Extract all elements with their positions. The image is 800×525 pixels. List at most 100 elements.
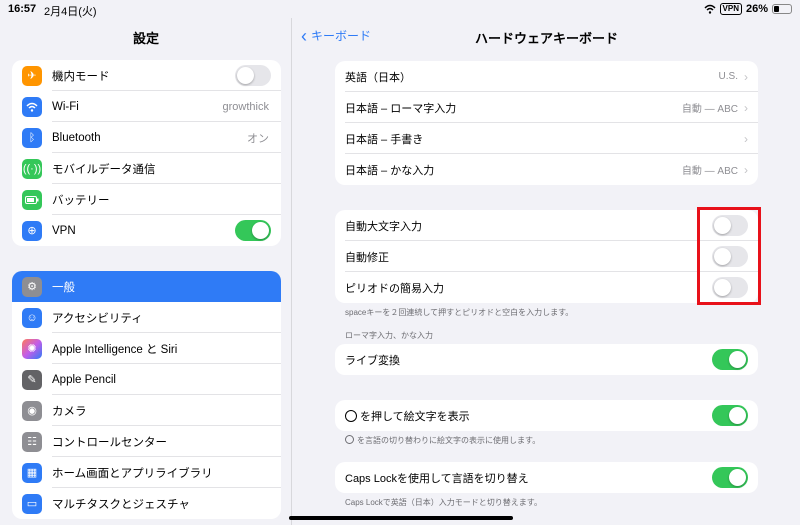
page-title: ハードウェアキーボード bbox=[474, 31, 618, 46]
input-options-group: 自動大文字入力 自動修正 ピリオドの簡易入力 bbox=[335, 210, 758, 303]
sidebar-item-control-center[interactable]: ☷ コントロールセンター bbox=[12, 426, 281, 457]
sidebar-item-accessibility[interactable]: ☺ アクセシビリティ bbox=[12, 302, 281, 333]
option-label: Caps Lockを使用して言語を切り替え bbox=[345, 472, 529, 485]
sidebar-item-label: Apple Intelligence と Siri bbox=[52, 343, 178, 356]
sidebar-group-connectivity: ✈ 機内モード Wi-Fi growthick ᛒ Bluetooth オン (… bbox=[12, 60, 281, 246]
layout-label: 日本語 – かな入力 bbox=[345, 164, 435, 177]
sidebar-item-general[interactable]: ⚙ 一般 bbox=[12, 271, 281, 302]
sidebar-item-camera[interactable]: ◉ カメラ bbox=[12, 395, 281, 426]
keyboard-layouts-group: 英語（日本） U.S. › 日本語 – ローマ字入力 自動 — ABC › 日本… bbox=[335, 61, 758, 185]
wifi-status-icon bbox=[703, 4, 716, 14]
sidebar-title: 設定 bbox=[132, 31, 159, 46]
sidebar-item-bluetooth[interactable]: ᛒ Bluetooth オン bbox=[12, 122, 281, 153]
layout-row-kana[interactable]: 日本語 – かな入力 自動 — ABC › bbox=[335, 154, 758, 185]
accessibility-icon: ☺ bbox=[22, 307, 42, 328]
sidebar-item-label: ホーム画面とアプリライブラリ bbox=[52, 467, 213, 480]
sidebar-item-label: モバイルデータ通信 bbox=[52, 163, 156, 176]
sidebar-item-home-screen[interactable]: ▦ ホーム画面とアプリライブラリ bbox=[12, 457, 281, 488]
emoji-row-text: を押して絵文字を表示 bbox=[360, 410, 470, 423]
capslock-toggle[interactable] bbox=[712, 467, 748, 488]
sidebar-group-general: ⚙ 一般 ☺ アクセシビリティ ✺ Apple Intelligence と S… bbox=[12, 271, 281, 519]
option-label: ライブ変換 bbox=[345, 354, 400, 367]
layout-label: 英語（日本） bbox=[345, 71, 411, 84]
sidebar-item-label: Bluetooth bbox=[52, 131, 101, 144]
option-label: を押して絵文字を表示 bbox=[345, 408, 712, 424]
chevron-right-icon: › bbox=[744, 131, 748, 146]
status-time: 16:57 bbox=[8, 3, 37, 15]
sidebar-item-wifi[interactable]: Wi-Fi growthick bbox=[12, 91, 281, 122]
layout-row-romaji[interactable]: 日本語 – ローマ字入力 自動 — ABC › bbox=[335, 92, 758, 123]
sidebar-item-label: マルチタスクとジェスチャ bbox=[52, 498, 190, 511]
option-label: 自動大文字入力 bbox=[345, 220, 422, 233]
option-label: 自動修正 bbox=[345, 251, 389, 264]
romaji-kana-section-header: ローマ字入力、かな入力 bbox=[345, 331, 433, 340]
emoji-key-toggle[interactable] bbox=[712, 405, 748, 426]
emoji-note-text: を言語の切り替わりに絵文字の表示に使用します。 bbox=[357, 436, 541, 445]
sidebar-item-label: Wi-Fi bbox=[52, 100, 79, 113]
antenna-icon: ((·)) bbox=[22, 158, 42, 179]
option-row-live-conversion: ライブ変換 bbox=[335, 344, 758, 375]
pencil-icon: ✎ bbox=[22, 369, 42, 390]
capslock-group: Caps Lockを使用して言語を切り替え bbox=[335, 462, 758, 493]
sidebar-item-apple-pencil[interactable]: ✎ Apple Pencil bbox=[12, 364, 281, 395]
live-conversion-group: ライブ変換 bbox=[335, 344, 758, 375]
layout-value: U.S. bbox=[718, 71, 738, 82]
sidebar-item-label: バッテリー bbox=[52, 194, 110, 207]
wifi-icon bbox=[22, 96, 42, 117]
battery-percent: 26% bbox=[745, 3, 768, 15]
layout-row-handwriting[interactable]: 日本語 – 手書き › bbox=[335, 123, 758, 154]
settings-sidebar: 設定 ✈ 機内モード Wi-Fi growthick ᛒ Bluetooth オ… bbox=[0, 18, 292, 525]
vpn-status-badge: VPN bbox=[719, 3, 742, 15]
sidebar-item-siri[interactable]: ✺ Apple Intelligence と Siri bbox=[12, 333, 281, 364]
emoji-note: を言語の切り替わりに絵文字の表示に使用します。 bbox=[345, 435, 540, 446]
option-row-auto-correct: 自動修正 bbox=[335, 241, 758, 272]
capslock-note: Caps Lockで英語（日本）入力モードと切り替えます。 bbox=[345, 498, 542, 507]
sidebar-item-label: 機内モード bbox=[52, 70, 110, 83]
globe-icon bbox=[345, 409, 357, 422]
sidebar-item-battery[interactable]: バッテリー bbox=[12, 184, 281, 215]
option-row-auto-capitalize: 自動大文字入力 bbox=[335, 210, 758, 241]
option-row-period-shortcut: ピリオドの簡易入力 bbox=[335, 272, 758, 303]
sidebar-item-mobile-data[interactable]: ((·)) モバイルデータ通信 bbox=[12, 153, 281, 184]
status-right: VPN 26% bbox=[703, 3, 792, 15]
option-row-emoji-key: を押して絵文字を表示 bbox=[335, 400, 758, 431]
control-center-icon: ☷ bbox=[22, 431, 42, 452]
option-label: ピリオドの簡易入力 bbox=[345, 282, 444, 295]
siri-icon: ✺ bbox=[22, 338, 42, 359]
camera-icon: ◉ bbox=[22, 400, 42, 421]
vpn-icon: ⊕ bbox=[22, 220, 42, 241]
layout-row-english[interactable]: 英語（日本） U.S. › bbox=[335, 61, 758, 92]
vpn-toggle[interactable] bbox=[235, 220, 271, 241]
sidebar-item-label: カメラ bbox=[52, 405, 87, 418]
sidebar-item-label: コントロールセンター bbox=[52, 436, 167, 449]
chevron-right-icon: › bbox=[744, 100, 748, 115]
detail-pane: ‹ キーボード ハードウェアキーボード 英語（日本） U.S. › 日本語 – … bbox=[293, 18, 800, 525]
highlight-annotation-box bbox=[697, 207, 761, 305]
multitask-icon: ▭ bbox=[22, 493, 42, 514]
gear-icon: ⚙ bbox=[22, 276, 42, 297]
period-shortcut-note: spaceキーを２回連続して押すとピリオドと空白を入力します。 bbox=[345, 308, 574, 317]
emoji-group: を押して絵文字を表示 bbox=[335, 400, 758, 431]
home-screen-icon: ▦ bbox=[22, 462, 42, 483]
chevron-right-icon: › bbox=[744, 162, 748, 177]
sidebar-item-multitasking[interactable]: ▭ マルチタスクとジェスチャ bbox=[12, 488, 281, 519]
sidebar-item-vpn[interactable]: ⊕ VPN bbox=[12, 215, 281, 246]
layout-label: 日本語 – 手書き bbox=[345, 133, 424, 146]
status-bar: 16:57 2月4日(火) VPN 26% bbox=[0, 0, 800, 18]
airplane-mode-toggle[interactable] bbox=[235, 65, 271, 86]
option-row-capslock: Caps Lockを使用して言語を切り替え bbox=[335, 462, 758, 493]
bluetooth-status: オン bbox=[247, 132, 269, 145]
sidebar-item-label: 一般 bbox=[52, 281, 75, 294]
bluetooth-icon: ᛒ bbox=[22, 127, 42, 148]
battery-icon bbox=[22, 189, 42, 210]
live-conversion-toggle[interactable] bbox=[712, 349, 748, 370]
layout-label: 日本語 – ローマ字入力 bbox=[345, 102, 457, 115]
layout-value: 自動 — ABC bbox=[681, 166, 738, 177]
chevron-right-icon: › bbox=[744, 69, 748, 84]
status-date: 2月4日(火) bbox=[44, 6, 97, 18]
home-indicator bbox=[289, 516, 513, 520]
sidebar-item-airplane-mode[interactable]: ✈ 機内モード bbox=[12, 60, 281, 91]
sidebar-item-label: アクセシビリティ bbox=[52, 312, 143, 325]
airplane-icon: ✈ bbox=[22, 65, 42, 86]
battery-icon bbox=[772, 4, 792, 14]
